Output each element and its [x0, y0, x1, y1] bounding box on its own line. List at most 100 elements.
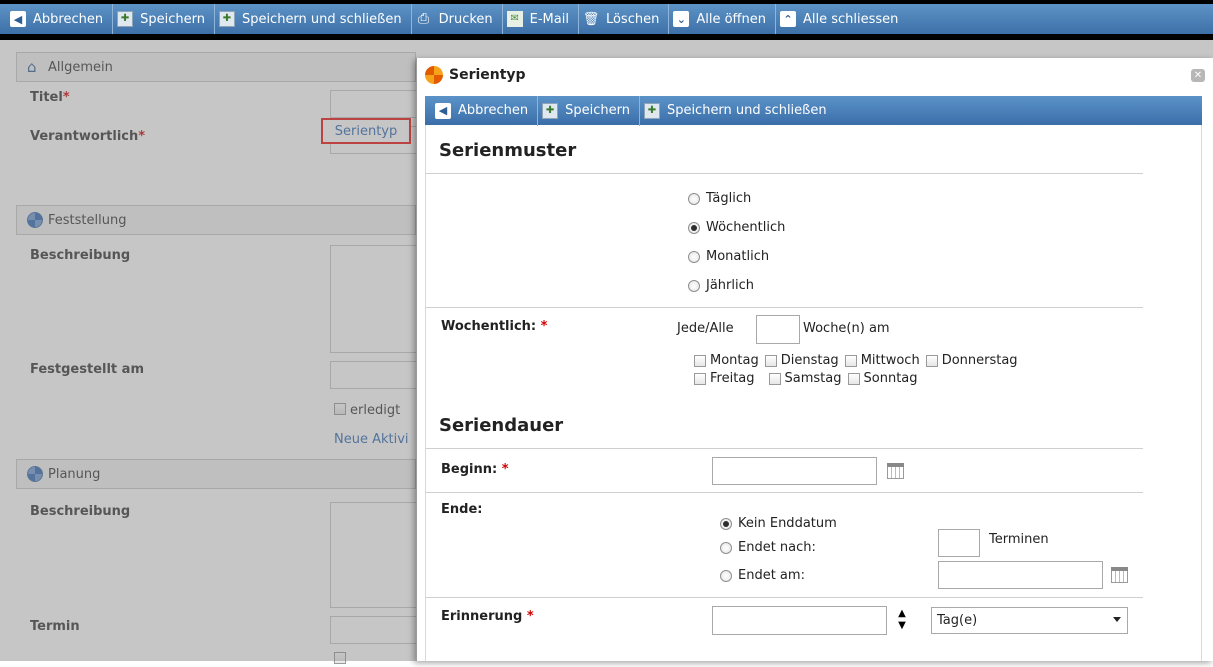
checkbox-freitag-label: Freitag — [710, 371, 755, 386]
checkbox-freitag-box[interactable] — [694, 372, 706, 385]
serienmuster-heading: Serienmuster — [439, 140, 577, 161]
radio-taeglich-label: Täglich — [706, 191, 752, 206]
checkbox-dienstag-box[interactable] — [764, 354, 777, 367]
radio-monatlich-circle[interactable] — [688, 250, 700, 263]
woche-am-label: Woche(n) am — [803, 321, 890, 336]
main-toolbar-bar: ◀ Abbrechen ✚ Speichern ✚ Speichern und … — [0, 4, 1213, 34]
radio-jaehrlich-label: Jährlich — [706, 278, 754, 293]
checkbox-samstag-box[interactable] — [768, 372, 781, 385]
email-button-label: E-Mail — [529, 11, 569, 27]
beginn-date-input[interactable] — [712, 457, 877, 485]
seriendauer-heading: Seriendauer — [439, 415, 564, 436]
radio-endet-am-circle[interactable] — [720, 569, 732, 582]
trash-icon: 🗑 — [582, 11, 600, 27]
woechentlich-required-mark: * — [540, 319, 548, 334]
ende-label: Ende: — [441, 502, 483, 517]
dialog-toolbar: ◀ Abbrechen ✚ Speichern ✚ Speichern und … — [425, 95, 1202, 126]
dialog-cancel-button[interactable]: ◀ Abbrechen — [431, 95, 539, 126]
checkbox-montag-box[interactable] — [694, 354, 706, 367]
radio-jaehrlich[interactable]: Jährlich — [688, 278, 754, 293]
divider — [426, 173, 1143, 174]
radio-endet-nach[interactable]: Endet nach: — [720, 540, 816, 555]
chevron-down-icon: ⌄ — [673, 11, 690, 27]
endet-am-date-input[interactable] — [938, 561, 1103, 589]
radio-taeglich-circle[interactable] — [688, 192, 700, 205]
dialog-save-button[interactable]: ✚ Speichern — [538, 95, 640, 126]
radio-jaehrlich-circle[interactable] — [688, 279, 700, 292]
delete-button-label: Löschen — [605, 11, 660, 27]
print-button[interactable]: ⎙ Drucken — [412, 4, 503, 34]
checkbox-sonntag-box[interactable] — [847, 372, 860, 385]
interval-input[interactable] — [756, 315, 800, 344]
checkbox-sonntag[interactable]: Sonntag — [847, 371, 918, 386]
woechentlich-label-text: Wochentlich: — [441, 319, 537, 334]
erinnerung-label: Erinnerung * — [441, 609, 534, 624]
divider — [426, 448, 1143, 449]
checkbox-montag-label: Montag — [710, 353, 759, 368]
radio-monatlich[interactable]: Monatlich — [688, 249, 769, 264]
termine-count-input[interactable] — [938, 529, 980, 557]
checkbox-montag[interactable]: Montag — [694, 353, 759, 368]
erinnerung-input[interactable] — [712, 606, 887, 635]
calendar-icon[interactable] — [1111, 567, 1128, 583]
termine-label: Terminen — [989, 532, 1049, 547]
collapse-all-button-label: Alle schliessen — [802, 11, 899, 27]
dialog-save-close-button[interactable]: ✚ Speichern und schließen — [640, 96, 836, 126]
spinner-down-icon[interactable]: ▼ — [897, 621, 907, 631]
cancel-button[interactable]: ◀ Abbrechen — [6, 4, 114, 34]
checkbox-samstag[interactable]: Samstag — [768, 371, 842, 386]
save-close-icon: ✚ — [643, 102, 660, 119]
weekday-row-1: Montag Dienstag Mittwoch Donnerstag — [694, 353, 1024, 368]
erinnerung-label-text: Erinnerung — [441, 609, 523, 624]
save-icon: ✚ — [542, 102, 559, 119]
save-button[interactable]: ✚ Speichern — [113, 4, 215, 34]
save-icon: ✚ — [117, 11, 134, 27]
weekday-row-2: Freitag Samstag Sonntag — [694, 371, 924, 386]
radio-woechentlich[interactable]: Wöchentlich — [688, 220, 785, 235]
main-toolbar: ◀ Abbrechen ✚ Speichern ✚ Speichern und … — [0, 0, 1213, 40]
radio-woechentlich-label: Wöchentlich — [706, 220, 786, 235]
checkbox-mittwoch-label: Mittwoch — [860, 353, 920, 368]
checkbox-donnerstag[interactable]: Donnerstag — [925, 353, 1018, 368]
divider — [426, 492, 1143, 493]
radio-taeglich[interactable]: Täglich — [688, 191, 751, 206]
email-icon: ✉ — [506, 11, 523, 27]
radio-woechentlich-circle[interactable] — [688, 221, 700, 234]
radio-endet-nach-label: Endet nach: — [738, 540, 816, 555]
erinnerung-unit-select[interactable]: Tag(e) — [931, 607, 1128, 634]
back-arrow-icon: ◀ — [10, 11, 26, 27]
expand-all-button-label: Alle öffnen — [696, 11, 766, 27]
woechentlich-label: Wochentlich: * — [441, 319, 547, 334]
dialog-titlebar: Serientyp ✕ — [417, 58, 1213, 92]
radio-kein-enddatum-circle[interactable] — [720, 517, 732, 530]
save-close-button[interactable]: ✚ Speichern und schließen — [215, 4, 412, 34]
radio-endet-am[interactable]: Endet am: — [720, 568, 805, 583]
beginn-label: Beginn: * — [441, 462, 509, 477]
radio-kein-enddatum[interactable]: Kein Enddatum — [720, 516, 837, 531]
checkbox-freitag[interactable]: Freitag — [694, 371, 755, 386]
checkbox-donnerstag-box[interactable] — [925, 354, 938, 367]
save-button-label: Speichern — [140, 11, 205, 27]
email-button[interactable]: ✉ E-Mail — [503, 4, 579, 34]
checkbox-mittwoch-box[interactable] — [844, 354, 857, 367]
printer-icon: ⎙ — [417, 11, 430, 27]
radio-endet-nach-circle[interactable] — [720, 541, 732, 554]
erinnerung-required-mark: * — [526, 609, 534, 624]
expand-all-button[interactable]: ⌄ Alle öffnen — [669, 4, 776, 34]
checkbox-sonntag-label: Sonntag — [863, 371, 918, 386]
beginn-required-mark: * — [501, 462, 509, 477]
jede-alle-label: Jede/Alle — [677, 321, 734, 336]
radio-kein-enddatum-label: Kein Enddatum — [738, 516, 837, 531]
close-icon[interactable]: ✕ — [1191, 69, 1205, 82]
divider — [426, 597, 1143, 598]
save-close-icon: ✚ — [218, 11, 235, 27]
cancel-button-label: Abbrechen — [33, 11, 104, 27]
checkbox-dienstag[interactable]: Dienstag — [764, 353, 839, 368]
spinner-up-icon[interactable]: ▲ — [897, 609, 907, 619]
collapse-all-button[interactable]: ⌃ Alle schliessen — [776, 4, 907, 34]
calendar-icon[interactable] — [887, 463, 904, 479]
delete-button[interactable]: 🗑 Löschen — [579, 4, 670, 34]
checkbox-samstag-label: Samstag — [784, 371, 842, 386]
checkbox-dienstag-label: Dienstag — [780, 353, 839, 368]
checkbox-mittwoch[interactable]: Mittwoch — [844, 353, 920, 368]
